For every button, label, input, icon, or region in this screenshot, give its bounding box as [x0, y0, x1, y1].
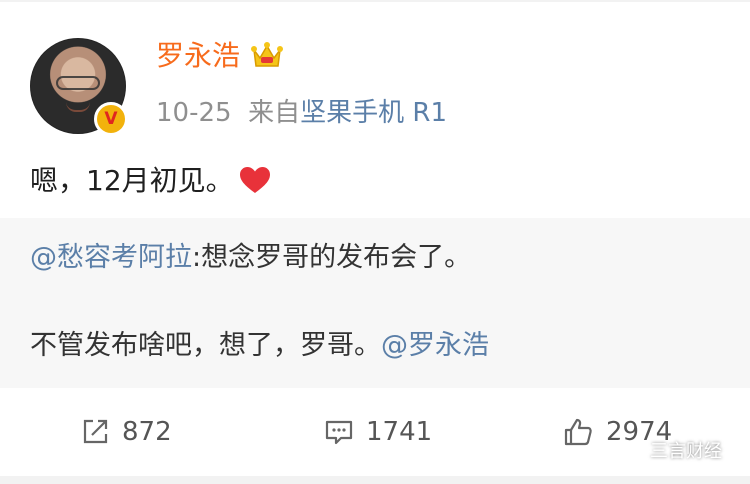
repost-text-2: 不管发布啥吧，想了，罗哥。 [30, 330, 381, 361]
weibo-post: V 罗永浩 10-25 来自坚果手机 R1 嗯，12月初见。 @愁容考阿拉:想念… [0, 0, 750, 484]
wechat-icon [612, 439, 641, 461]
comment-icon [325, 420, 353, 445]
avatar-glasses [56, 76, 100, 90]
crown-icon [251, 42, 283, 67]
watermark: 三言财经 [612, 436, 722, 464]
share-button[interactable]: 872 [80, 414, 172, 450]
thumbs-up-icon [564, 418, 592, 446]
share-icon [83, 419, 108, 444]
mention-user-link[interactable]: @愁容考阿拉 [30, 242, 192, 273]
author-name[interactable]: 罗永浩 [156, 38, 240, 74]
repost-line-1: @愁容考阿拉:想念罗哥的发布会了。 [30, 240, 471, 276]
mention-author-link[interactable]: @罗永浩 [381, 330, 489, 361]
comment-count: 1741 [366, 417, 433, 447]
avatar-mouth [66, 102, 90, 112]
repost-box[interactable]: @愁容考阿拉:想念罗哥的发布会了。 不管发布啥吧，想了，罗哥。@罗永浩 [0, 218, 750, 388]
source-link[interactable]: 坚果手机 R1 [300, 98, 447, 128]
repost-text-1: :想念罗哥的发布会了。 [192, 242, 472, 273]
post-content: 嗯，12月初见。 [30, 163, 272, 199]
top-divider [0, 0, 750, 2]
post-meta: 10-25 来自坚果手机 R1 [156, 95, 447, 131]
post-text: 嗯，12月初见。 [30, 164, 234, 197]
verified-badge-icon: V [94, 102, 128, 136]
repost-line-2: 不管发布啥吧，想了，罗哥。@罗永浩 [30, 328, 489, 364]
share-count: 872 [122, 417, 172, 447]
source-prefix: 来自 [248, 98, 301, 128]
comment-button[interactable]: 1741 [324, 414, 432, 450]
watermark-text: 三言财经 [650, 441, 722, 462]
heart-icon [239, 167, 270, 193]
bottom-divider [0, 476, 750, 484]
post-date: 10-25 [156, 98, 232, 128]
